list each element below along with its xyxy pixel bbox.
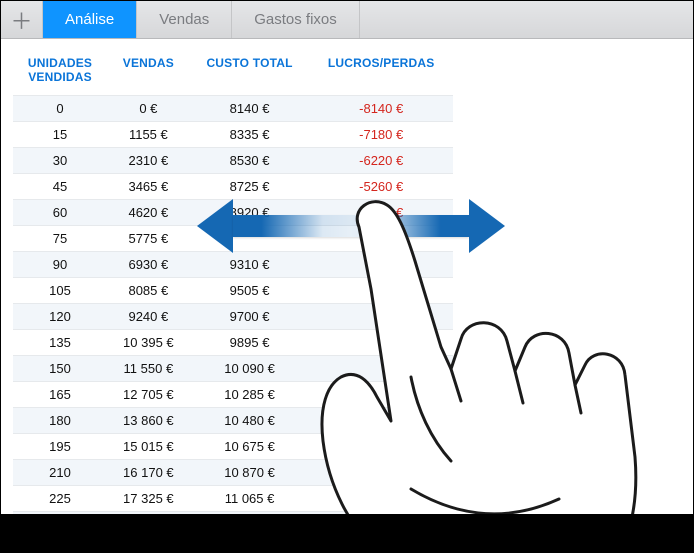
cell-unidades[interactable]: 120 — [13, 303, 107, 329]
cell-unidades[interactable]: 0 — [13, 95, 107, 121]
cell-custo[interactable]: 8140 € — [190, 95, 310, 121]
cell-unidades[interactable]: 15 — [13, 121, 107, 147]
tab-bar: ＋ Análise Vendas Gastos fixos — [1, 1, 693, 39]
bottom-band — [1, 514, 693, 552]
cell-vendas[interactable]: 17 325 € — [107, 485, 190, 511]
cell-unidades[interactable]: 135 — [13, 329, 107, 355]
table-row[interactable]: 18013 860 €10 480 € — [13, 407, 453, 433]
cell-lucro[interactable]: -8140 € — [309, 95, 453, 121]
cell-vendas[interactable]: 16 170 € — [107, 459, 190, 485]
cell-vendas[interactable]: 2310 € — [107, 147, 190, 173]
cell-lucro[interactable] — [309, 485, 453, 511]
cell-custo[interactable]: 9700 € — [190, 303, 310, 329]
cell-lucro[interactable]: -5260 € — [309, 173, 453, 199]
cell-unidades[interactable]: 60 — [13, 199, 107, 225]
cell-unidades[interactable]: 225 — [13, 485, 107, 511]
tab-label: Gastos fixos — [254, 11, 337, 28]
column-header[interactable]: CUSTO TOTAL — [190, 51, 310, 95]
cell-vendas[interactable]: 8085 € — [107, 277, 190, 303]
cell-unidades[interactable]: 45 — [13, 173, 107, 199]
table-row[interactable]: 15011 550 €10 090 € — [13, 355, 453, 381]
cell-lucro[interactable]: -4300 € — [309, 199, 453, 225]
cell-lucro[interactable] — [309, 459, 453, 485]
cell-vendas[interactable]: 1155 € — [107, 121, 190, 147]
cell-vendas[interactable]: 0 € — [107, 95, 190, 121]
cell-custo[interactable]: 10 090 € — [190, 355, 310, 381]
cell-lucro[interactable]: -7180 € — [309, 121, 453, 147]
cell-custo[interactable]: 11 065 € — [190, 485, 310, 511]
table-row[interactable]: 22517 325 €11 065 € — [13, 485, 453, 511]
table-row[interactable]: 1058085 €9505 € — [13, 277, 453, 303]
cell-unidades[interactable]: 150 — [13, 355, 107, 381]
cell-vendas[interactable]: 10 395 € — [107, 329, 190, 355]
cell-custo[interactable]: 10 870 € — [190, 459, 310, 485]
cell-unidades[interactable]: 90 — [13, 251, 107, 277]
cell-vendas[interactable]: 5775 € — [107, 225, 190, 251]
table-row[interactable]: 16512 705 €10 285 € — [13, 381, 453, 407]
cell-vendas[interactable]: 13 860 € — [107, 407, 190, 433]
cell-lucro[interactable] — [309, 329, 453, 355]
tab-vendas[interactable]: Vendas — [137, 1, 232, 38]
cell-custo[interactable]: 8920 € — [190, 199, 310, 225]
cell-unidades[interactable]: 195 — [13, 433, 107, 459]
cell-vendas[interactable]: 9240 € — [107, 303, 190, 329]
table-row[interactable]: 151155 €8335 €-7180 € — [13, 121, 453, 147]
table-row[interactable]: 453465 €8725 €-5260 € — [13, 173, 453, 199]
cell-custo[interactable]: 10 480 € — [190, 407, 310, 433]
cell-lucro[interactable] — [309, 433, 453, 459]
tab-análise[interactable]: Análise — [43, 1, 137, 38]
cell-vendas[interactable]: 11 550 € — [107, 355, 190, 381]
cell-custo[interactable]: 8335 € — [190, 121, 310, 147]
table-row[interactable]: 604620 €8920 €-4300 € — [13, 199, 453, 225]
cell-lucro[interactable] — [309, 355, 453, 381]
cell-unidades[interactable]: 180 — [13, 407, 107, 433]
plus-icon: ＋ — [10, 4, 32, 36]
cell-custo[interactable]: 9310 € — [190, 251, 310, 277]
cell-custo[interactable]: 10 285 € — [190, 381, 310, 407]
tab-label: Vendas — [159, 11, 209, 28]
cell-unidades[interactable]: 75 — [13, 225, 107, 251]
table-row[interactable]: 755775 € — [13, 225, 453, 251]
cell-vendas[interactable]: 12 705 € — [107, 381, 190, 407]
cell-unidades[interactable]: 105 — [13, 277, 107, 303]
table-row[interactable]: 21016 170 €10 870 € — [13, 459, 453, 485]
analysis-table[interactable]: UNIDADESVENDIDASVENDASCUSTO TOTALLUCROS/… — [13, 51, 453, 552]
cell-lucro[interactable]: -6220 € — [309, 147, 453, 173]
cell-unidades[interactable]: 30 — [13, 147, 107, 173]
table-row[interactable]: 00 €8140 €-8140 € — [13, 95, 453, 121]
table-row[interactable]: 19515 015 €10 675 € — [13, 433, 453, 459]
cell-lucro[interactable] — [309, 277, 453, 303]
cell-vendas[interactable]: 15 015 € — [107, 433, 190, 459]
cell-vendas[interactable]: 3465 € — [107, 173, 190, 199]
tab-gastos-fixos[interactable]: Gastos fixos — [232, 1, 360, 38]
sheet-area[interactable]: UNIDADESVENDIDASVENDASCUSTO TOTALLUCROS/… — [1, 39, 693, 552]
column-header[interactable]: LUCROS/PERDAS — [309, 51, 453, 95]
cell-vendas[interactable]: 4620 € — [107, 199, 190, 225]
cell-lucro[interactable] — [309, 303, 453, 329]
table-row[interactable]: 302310 €8530 €-6220 € — [13, 147, 453, 173]
cell-unidades[interactable]: 165 — [13, 381, 107, 407]
cell-custo[interactable]: 9505 € — [190, 277, 310, 303]
column-header[interactable]: VENDAS — [107, 51, 190, 95]
cell-custo[interactable]: 9895 € — [190, 329, 310, 355]
add-tab-button[interactable]: ＋ — [1, 1, 43, 38]
cell-custo[interactable]: 10 675 € — [190, 433, 310, 459]
table-row[interactable]: 906930 €9310 €0 € — [13, 251, 453, 277]
cell-lucro[interactable] — [309, 381, 453, 407]
cell-lucro[interactable] — [309, 225, 453, 251]
cell-custo[interactable] — [190, 225, 310, 251]
tab-label: Análise — [65, 11, 114, 28]
cell-custo[interactable]: 8530 € — [190, 147, 310, 173]
column-header[interactable]: UNIDADESVENDIDAS — [13, 51, 107, 95]
cell-lucro[interactable] — [309, 407, 453, 433]
cell-vendas[interactable]: 6930 € — [107, 251, 190, 277]
table-row[interactable]: 1209240 €9700 € — [13, 303, 453, 329]
cell-lucro[interactable]: 0 € — [309, 251, 453, 277]
cell-unidades[interactable]: 210 — [13, 459, 107, 485]
table-row[interactable]: 13510 395 €9895 € — [13, 329, 453, 355]
cell-custo[interactable]: 8725 € — [190, 173, 310, 199]
